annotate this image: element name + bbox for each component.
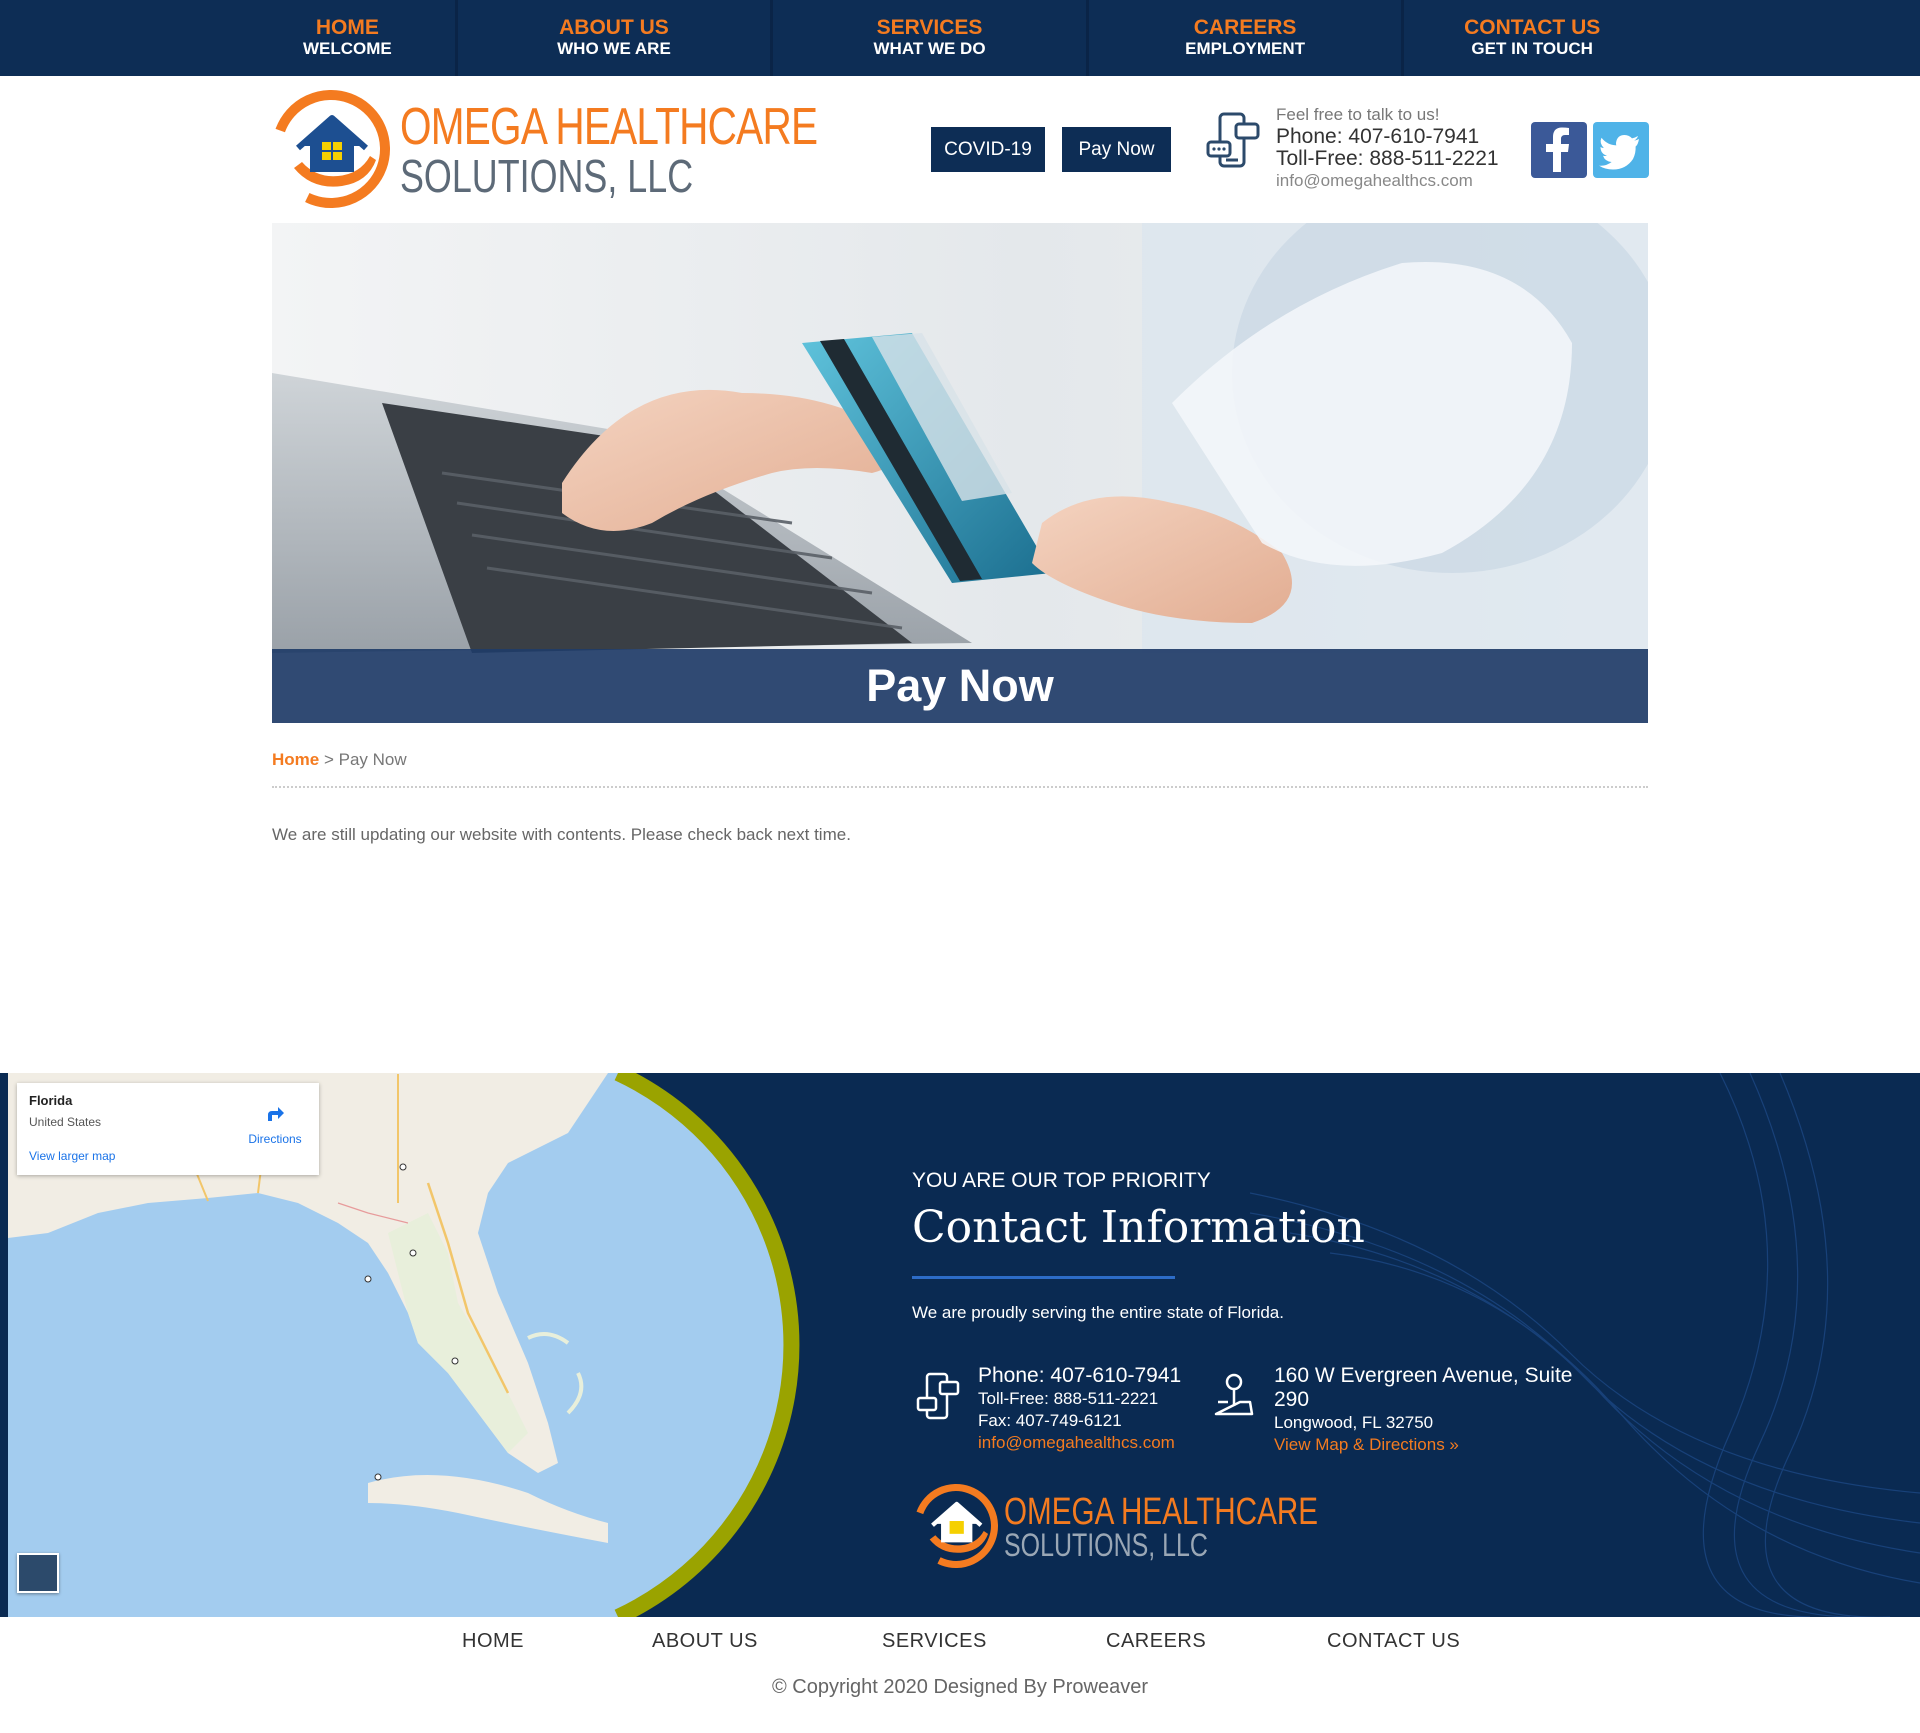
bottom-nav-home[interactable]: HOME — [462, 1630, 524, 1653]
footer-tollfree[interactable]: Toll-Free: 888-511-2221 — [978, 1388, 1181, 1410]
header-tollfree[interactable]: Toll-Free: 888-511-2221 — [1276, 148, 1499, 170]
top-navigation: HOME WELCOME ABOUT US WHO WE ARE SERVICE… — [0, 0, 1920, 76]
copyright-text: © Copyright 2020 Designed By Proweaver — [771, 1676, 1149, 1698]
map-place-name: Florida — [29, 1093, 73, 1108]
logo-name: OMEGA HEALTHCARE — [400, 98, 818, 156]
directions-icon — [268, 1107, 284, 1121]
footer-title: Contact Information — [912, 1202, 1365, 1253]
header-phone[interactable]: Phone: 407-610-7941 — [1276, 126, 1499, 148]
nav-sublabel: WHAT WE DO — [873, 39, 986, 58]
footer-fax: Fax: 407-749-6121 — [978, 1411, 1122, 1430]
nav-sublabel: WELCOME — [302, 39, 392, 58]
title-underline — [912, 1276, 1175, 1279]
bottom-nav-services[interactable]: SERVICES — [882, 1630, 987, 1653]
view-map-directions-link[interactable]: View Map & Directions » — [1274, 1434, 1612, 1456]
satellite-toggle-button[interactable] — [17, 1553, 59, 1593]
header-email[interactable]: info@omegahealthcs.com — [1276, 170, 1499, 192]
nav-item-careers[interactable]: CAREERS EMPLOYMENT — [1089, 0, 1405, 76]
nav-item-about[interactable]: ABOUT US WHO WE ARE — [458, 0, 774, 76]
nav-label: SERVICES — [876, 16, 983, 39]
footer-contact-info: YOU ARE OUR TOP PRIORITY Contact Informa… — [912, 1168, 1712, 1454]
view-larger-map-link[interactable]: View larger map — [29, 1149, 115, 1163]
breadcrumb-home-link[interactable]: Home — [272, 750, 319, 769]
footer-email-link[interactable]: info@omegahealthcs.com — [978, 1432, 1181, 1454]
map-country: United States — [29, 1115, 102, 1129]
phone-chat-icon — [1206, 112, 1260, 168]
bottom-nav-about[interactable]: ABOUT US — [652, 1630, 758, 1653]
nav-label: HOME — [315, 16, 379, 39]
directions-button[interactable]: Directions — [245, 1103, 305, 1146]
house-hand-logo-icon — [914, 1484, 998, 1568]
directions-label: Directions — [248, 1132, 302, 1146]
bottom-navigation: HOME ABOUT US SERVICES CAREERS CONTACT U… — [0, 1630, 1920, 1674]
footer-kicker: YOU ARE OUR TOP PRIORITY — [912, 1169, 1211, 1192]
covid-button[interactable]: COVID-19 — [931, 127, 1045, 172]
banner-image-laptop-card — [272, 223, 1648, 653]
footer-logo-subname: SOLUTIONS, LLC — [1004, 1527, 1208, 1563]
footer-logo-name: OMEGA HEALTHCARE — [1004, 1491, 1319, 1533]
breadcrumb: Home > Pay Now — [272, 750, 407, 770]
header-contact: Feel free to talk to us! Phone: 407-610-… — [1206, 104, 1506, 194]
footer-lead: We are proudly serving the entire state … — [912, 1303, 1284, 1322]
bottom-nav-contact[interactable]: CONTACT US — [1327, 1630, 1460, 1653]
breadcrumb-separator: > — [323, 750, 334, 769]
map-info-card: Florida United States View larger map Di… — [17, 1083, 319, 1175]
nav-label: ABOUT US — [559, 16, 669, 39]
nav-sublabel: EMPLOYMENT — [1185, 39, 1306, 58]
divider — [272, 786, 1648, 788]
map-pin-icon — [1214, 1373, 1254, 1416]
footer-address-line1: 160 W Evergreen Avenue, Suite 290 — [1274, 1364, 1573, 1411]
nav-sublabel: WHO WE ARE — [557, 39, 671, 58]
breadcrumb-current: Pay Now — [338, 750, 407, 769]
page-content-text: We are still updating our website with c… — [272, 825, 851, 844]
logo-subname: SOLUTIONS, LLC — [400, 150, 694, 202]
footer-phone[interactable]: Phone: 407-610-7941 — [978, 1364, 1181, 1388]
footer-address-line2: Longwood, FL 32750 — [1274, 1413, 1434, 1432]
phone-chat-icon — [916, 1372, 960, 1420]
site-logo[interactable]: OMEGA HEALTHCARE SOLUTIONS, LLC — [272, 90, 818, 210]
page-banner: Pay Now — [272, 223, 1648, 723]
nav-item-contact[interactable]: CONTACT US GET IN TOUCH — [1404, 0, 1660, 76]
bottom-nav-careers[interactable]: CAREERS — [1106, 1630, 1206, 1653]
nav-label: CONTACT US — [1464, 16, 1601, 39]
pay-now-button[interactable]: Pay Now — [1062, 127, 1171, 172]
twitter-button[interactable] — [1593, 122, 1649, 178]
house-hand-logo-icon — [272, 90, 390, 208]
footer-logo[interactable]: OMEGA HEALTHCARE SOLUTIONS, LLC — [912, 1484, 1318, 1570]
facebook-button[interactable] — [1531, 122, 1587, 178]
nav-label: CAREERS — [1193, 16, 1297, 39]
contact-tagline: Feel free to talk to us! — [1276, 105, 1440, 124]
facebook-icon — [1546, 127, 1569, 172]
nav-item-home[interactable]: HOME WELCOME — [240, 0, 458, 76]
twitter-icon — [1599, 135, 1639, 170]
nav-sublabel: GET IN TOUCH — [1471, 39, 1593, 58]
banner-title: Pay Now — [272, 649, 1648, 723]
nav-item-services[interactable]: SERVICES WHAT WE DO — [773, 0, 1089, 76]
decorative-waves — [1250, 1073, 1920, 1617]
